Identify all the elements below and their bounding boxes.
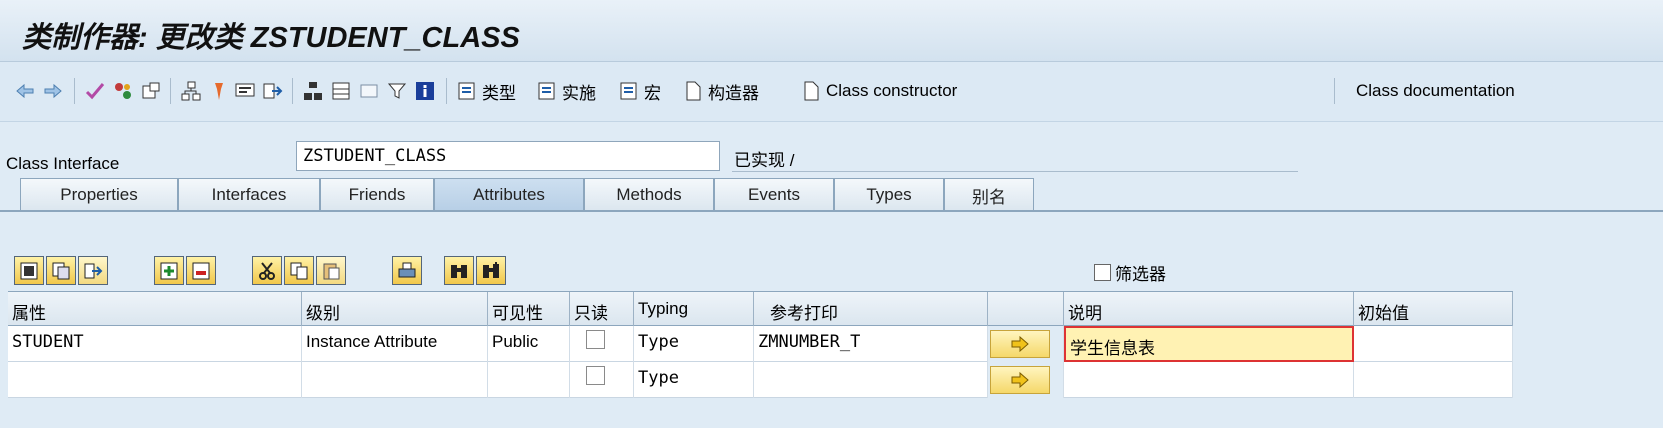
list-icon: [458, 82, 475, 100]
typing-cell[interactable]: Type: [634, 326, 754, 362]
tab-properties[interactable]: Properties: [20, 178, 178, 211]
class-interface-label: Class Interface: [6, 154, 120, 173]
grid-side-area: [1513, 291, 1663, 428]
where-used-icon[interactable]: [140, 76, 162, 106]
navigate-icon[interactable]: [262, 76, 284, 106]
attribute-cell[interactable]: STUDENT: [8, 326, 302, 362]
info-icon[interactable]: [414, 76, 436, 106]
tab-strip: Properties Interfaces Friends Attributes…: [0, 178, 1663, 212]
implementation-status: 已实现 /: [732, 146, 1298, 172]
macro-button-label: 宏: [644, 83, 661, 103]
filter-icon[interactable]: [386, 76, 408, 106]
class-interface-field[interactable]: ZSTUDENT_CLASS: [296, 141, 720, 171]
pin-icon[interactable]: [208, 76, 230, 106]
activate-icon[interactable]: [112, 76, 134, 106]
goto-cell: [988, 326, 1064, 362]
col-visibility[interactable]: 可见性: [488, 292, 570, 326]
reference-cell[interactable]: [754, 362, 988, 398]
tab-attributes[interactable]: Attributes: [434, 178, 584, 211]
readonly-checkbox[interactable]: [586, 366, 605, 385]
document-icon: [804, 81, 819, 101]
typing-cell[interactable]: Type: [634, 362, 754, 398]
goto-cell: [988, 362, 1064, 398]
readonly-cell: [570, 362, 634, 398]
reference-cell[interactable]: ZMNUMBER_T: [754, 326, 988, 362]
tab-friends[interactable]: Friends: [320, 178, 434, 211]
cut-icon[interactable]: [252, 256, 282, 285]
print-icon[interactable]: [392, 256, 422, 285]
macro-button[interactable]: 宏: [618, 76, 661, 106]
details-icon[interactable]: [14, 256, 44, 285]
check-icon[interactable]: [84, 76, 106, 106]
constructor-button-label: 构造器: [708, 83, 759, 103]
frame-icon[interactable]: [358, 76, 380, 106]
attributes-table: 属性 级别 可见性 只读 Typing 参考打印 说明 初始值 STUDENT …: [8, 291, 1513, 428]
title-bar: 类制作器: 更改类 ZSTUDENT_CLASS: [0, 0, 1663, 62]
arrow-right-icon: [1011, 336, 1029, 352]
level-cell[interactable]: [302, 362, 488, 398]
navigate-row-icon[interactable]: [78, 256, 108, 285]
level-cell[interactable]: Instance Attribute: [302, 326, 488, 362]
table-row: STUDENT Instance Attribute Public Type Z…: [8, 326, 1513, 362]
type-button[interactable]: 类型: [456, 76, 516, 106]
object-list-icon[interactable]: [302, 76, 324, 106]
table-row: Type: [8, 362, 1513, 398]
window-title: 类制作器: 更改类 ZSTUDENT_CLASS: [22, 22, 520, 54]
application-toolbar: 类型 实施 宏 构造器 Class constructor Class docu…: [0, 62, 1663, 122]
class-constructor-button[interactable]: Class constructor: [800, 76, 957, 106]
back-arrow-icon[interactable]: [14, 76, 36, 106]
readonly-cell: [570, 326, 634, 362]
filter-toggle[interactable]: 筛选器: [1094, 260, 1166, 285]
col-typing[interactable]: Typing: [634, 292, 754, 326]
col-readonly[interactable]: 只读: [570, 292, 634, 326]
arrow-right-icon: [1011, 372, 1029, 388]
implementation-button[interactable]: 实施: [536, 76, 596, 106]
goto-type-button[interactable]: [990, 330, 1050, 358]
visibility-cell[interactable]: [488, 362, 570, 398]
list-icon: [538, 82, 555, 100]
type-button-label: 类型: [482, 83, 516, 103]
goto-type-button[interactable]: [990, 366, 1050, 394]
filter-label: 筛选器: [1115, 265, 1166, 284]
col-description[interactable]: 说明: [1064, 292, 1354, 326]
description-cell[interactable]: 学生信息表: [1064, 326, 1354, 362]
initial-value-cell[interactable]: [1354, 326, 1513, 362]
class-documentation-button-label: Class documentation: [1356, 81, 1515, 100]
attribute-cell[interactable]: [8, 362, 302, 398]
display-object-icon[interactable]: [234, 76, 256, 106]
list-icon: [620, 82, 637, 100]
col-blank: [988, 292, 1064, 326]
table-header: 属性 级别 可见性 只读 Typing 参考打印 说明 初始值: [8, 291, 1513, 326]
col-attribute[interactable]: 属性: [8, 292, 302, 326]
paste-icon[interactable]: [316, 256, 346, 285]
col-initial-value[interactable]: 初始值: [1354, 292, 1513, 326]
visibility-cell[interactable]: Public: [488, 326, 570, 362]
find-icon[interactable]: [444, 256, 474, 285]
document-icon: [686, 81, 701, 101]
tab-alias[interactable]: 别名: [944, 178, 1034, 211]
description-cell[interactable]: [1064, 362, 1354, 398]
tree-icon[interactable]: [330, 76, 352, 106]
delete-row-icon[interactable]: [186, 256, 216, 285]
class-constructor-button-label: Class constructor: [826, 81, 958, 100]
copy-icon[interactable]: [284, 256, 314, 285]
col-reference[interactable]: 参考打印: [754, 292, 988, 326]
col-level[interactable]: 级别: [302, 292, 488, 326]
readonly-checkbox[interactable]: [586, 330, 605, 349]
tab-interfaces[interactable]: Interfaces: [178, 178, 320, 211]
constructor-button[interactable]: 构造器: [682, 76, 759, 106]
find-next-icon[interactable]: [476, 256, 506, 285]
class-documentation-button[interactable]: Class documentation: [1356, 76, 1515, 106]
copy-row-icon[interactable]: [46, 256, 76, 285]
hierarchy-icon[interactable]: [180, 76, 202, 106]
tab-events[interactable]: Events: [714, 178, 834, 211]
forward-arrow-icon[interactable]: [42, 76, 64, 106]
insert-row-icon[interactable]: [154, 256, 184, 285]
tab-types[interactable]: Types: [834, 178, 944, 211]
tab-methods[interactable]: Methods: [584, 178, 714, 211]
implementation-button-label: 实施: [562, 83, 596, 103]
initial-value-cell[interactable]: [1354, 362, 1513, 398]
filter-checkbox[interactable]: [1094, 264, 1111, 281]
